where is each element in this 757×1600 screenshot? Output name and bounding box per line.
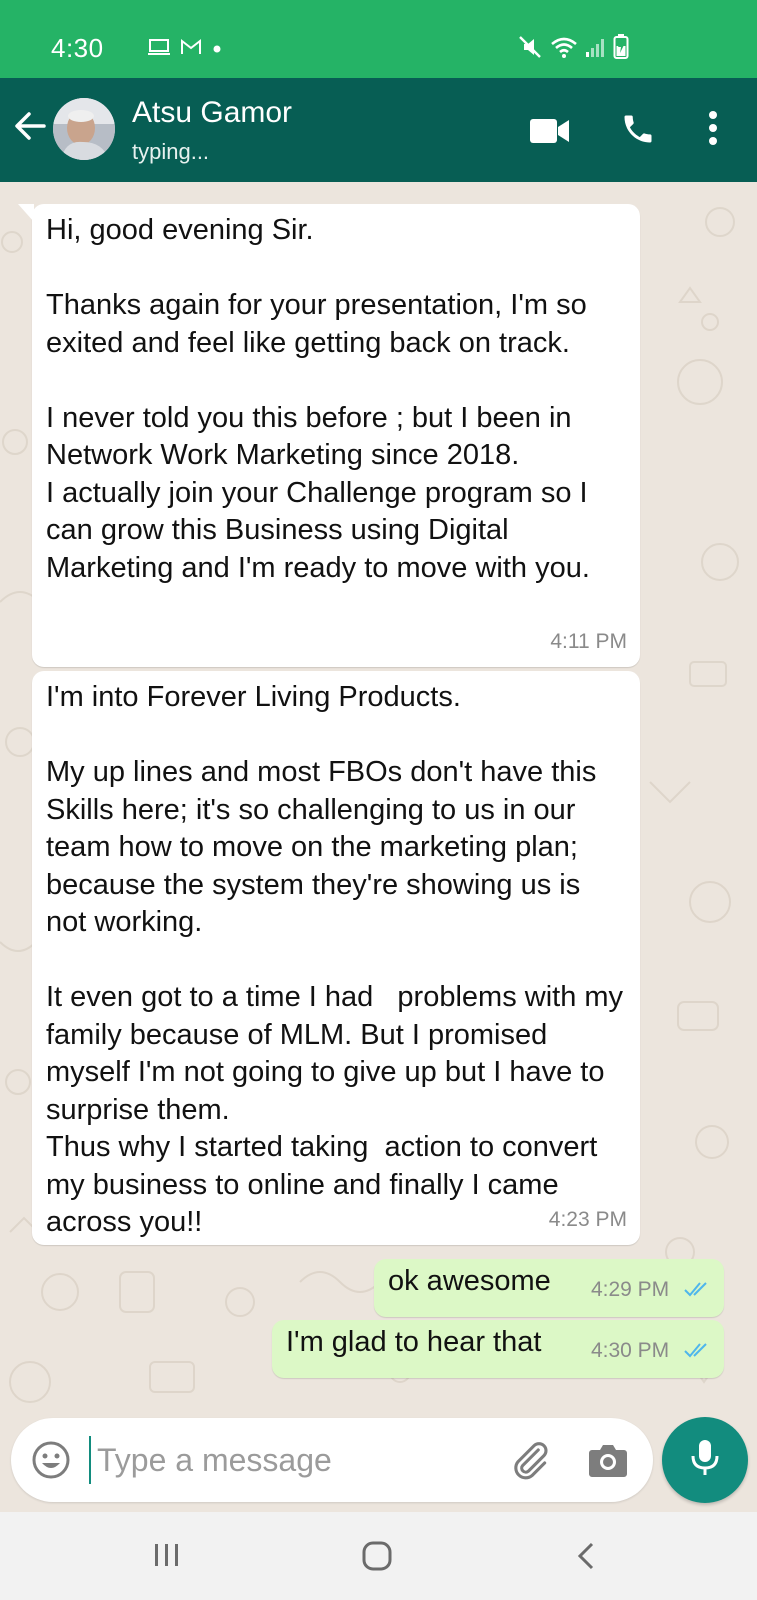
message-time: 4:11 PM <box>550 629 627 653</box>
more-vert-icon[interactable] <box>707 110 719 151</box>
message-meta: 4:29 PM <box>591 1271 711 1309</box>
video-call-icon[interactable] <box>530 118 570 149</box>
phone-icon[interactable] <box>620 111 656 152</box>
attach-icon[interactable] <box>508 1438 552 1487</box>
status-time: 4:30 <box>51 33 104 63</box>
message-outgoing[interactable]: ok awesome 4:29 PM <box>374 1259 724 1317</box>
text-caret <box>89 1436 91 1484</box>
status-icons-left <box>148 38 222 61</box>
recents-icon[interactable] <box>152 1540 182 1575</box>
camera-icon[interactable] <box>587 1440 629 1485</box>
message-time: 4:30 PM <box>590 1338 670 1362</box>
system-navigation-bar <box>0 1512 757 1600</box>
back-arrow-icon[interactable] <box>12 108 48 149</box>
battery-icon <box>613 34 629 65</box>
status-icons-right <box>517 34 629 65</box>
chat-header: Atsu Gamor typing... <box>0 78 757 182</box>
contact-name[interactable]: Atsu Gamor <box>132 96 292 130</box>
back-icon[interactable] <box>574 1540 598 1577</box>
signal-icon <box>585 36 607 63</box>
message-composer <box>11 1418 653 1502</box>
read-ticks-icon <box>683 1333 711 1371</box>
message-meta: 4:30 PM <box>591 1332 711 1370</box>
dot-icon <box>212 41 222 59</box>
chat-area[interactable]: Hi, good evening Sir. Thanks again for y… <box>0 182 757 1512</box>
home-icon[interactable] <box>361 1540 393 1577</box>
emoji-icon[interactable] <box>31 1440 71 1485</box>
read-ticks-icon <box>683 1272 711 1310</box>
message-time: 4:29 PM <box>590 1277 670 1301</box>
message-incoming[interactable]: I'm into Forever Living Products. My up … <box>32 671 640 1245</box>
status-bar: 4:30 <box>0 0 757 78</box>
message-text: Hi, good evening Sir. Thanks again for y… <box>46 214 590 584</box>
message-text: I'm into Forever Living Products. My up … <box>46 681 624 1238</box>
contact-status: typing... <box>132 139 210 164</box>
avatar[interactable] <box>53 98 115 160</box>
screen-icon <box>148 38 170 61</box>
message-incoming[interactable]: Hi, good evening Sir. Thanks again for y… <box>32 204 640 667</box>
message-time: 4:23 PM <box>548 1207 627 1231</box>
bubble-tail <box>18 204 34 222</box>
mic-button[interactable] <box>662 1417 748 1503</box>
gmail-icon <box>180 38 202 61</box>
wifi-icon <box>549 35 579 64</box>
message-outgoing[interactable]: I'm glad to hear that 4:30 PM <box>272 1320 724 1378</box>
mic-icon <box>690 1438 720 1483</box>
message-input[interactable] <box>97 1432 477 1488</box>
mute-icon <box>517 34 543 65</box>
